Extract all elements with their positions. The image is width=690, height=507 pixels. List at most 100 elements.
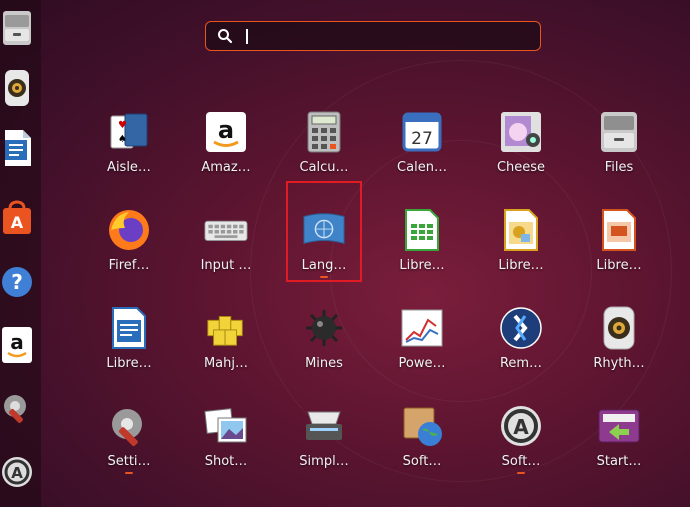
amazon-dock-item[interactable]: a [0, 325, 34, 365]
app-label: Rhyth… [593, 356, 645, 371]
app-label: Amaz… [201, 160, 251, 175]
app-label: Cheese [496, 160, 546, 175]
svg-text:a: a [218, 116, 234, 144]
shopping-bag-icon: A [3, 200, 31, 234]
help-icon: ? [2, 267, 32, 297]
app-label: Shot… [204, 454, 248, 469]
speaker-icon [603, 306, 635, 350]
search-icon [218, 29, 233, 44]
software-dock-item[interactable]: A [0, 197, 34, 237]
app-label: Start… [596, 454, 642, 469]
app-settings[interactable]: Setti… [92, 402, 166, 484]
svg-text:a: a [10, 330, 24, 354]
language-flag-icon [303, 213, 345, 245]
calendar-icon: 27 [402, 112, 442, 152]
draw-icon [504, 209, 538, 251]
svg-text:A: A [11, 464, 23, 482]
app-label: Libre… [106, 356, 152, 371]
calc-sheet-icon [405, 209, 439, 251]
file-cabinet-icon [3, 11, 31, 45]
writer-doc-icon [112, 307, 146, 349]
mahjongg-icon [207, 316, 243, 346]
amazon-icon: a [2, 327, 32, 363]
app-aisleriot[interactable]: ♥ ♠ Aisle… [92, 108, 166, 190]
software-updater-dock-item[interactable]: A [0, 452, 34, 492]
settings-tools-icon [112, 409, 142, 447]
software-globe-icon [403, 407, 442, 446]
rhythmbox-dock-item[interactable] [0, 68, 34, 108]
svg-text:?: ? [11, 270, 23, 294]
app-label: Lang… [301, 258, 347, 273]
svg-text:♠: ♠ [118, 134, 127, 145]
firefox-icon [109, 210, 149, 250]
running-indicator [517, 472, 525, 474]
app-label: Rem… [499, 356, 543, 371]
app-shotwell[interactable]: Shot… [189, 402, 263, 484]
running-indicator [125, 472, 133, 474]
app-mahjongg[interactable]: Mahj… [189, 304, 263, 386]
keyboard-icon [204, 220, 248, 241]
app-label: Powe… [398, 356, 446, 371]
app-label: Soft… [402, 454, 442, 469]
app-label: Calcu… [299, 160, 349, 175]
app-power-statistics[interactable]: Powe… [385, 304, 459, 386]
app-libreoffice-calc[interactable]: Libre… [385, 206, 459, 288]
text-caret [246, 29, 248, 44]
settings-tools-icon [4, 395, 26, 423]
app-label: Libre… [399, 258, 445, 273]
app-libreoffice-impress[interactable]: Libre… [582, 206, 656, 288]
app-input-method[interactable]: Input … [189, 206, 263, 288]
app-label: Setti… [107, 454, 151, 469]
svg-text:♥: ♥ [118, 120, 127, 131]
app-label: Libre… [596, 258, 642, 273]
impress-icon [602, 209, 636, 251]
cards-icon: ♥ ♠ [110, 113, 148, 149]
software-updater-icon: A [2, 457, 32, 487]
libreoffice-writer-dock-item[interactable] [0, 128, 34, 168]
app-software-properties[interactable]: Soft… [385, 402, 459, 484]
svg-text:A: A [513, 415, 529, 439]
files-dock-item[interactable] [0, 8, 34, 48]
calendar-day-text: 27 [411, 129, 433, 149]
app-label: Calen… [397, 160, 447, 175]
search-bar[interactable] [205, 21, 541, 51]
app-amazon[interactable]: a Amaz… [189, 108, 263, 190]
app-remmina[interactable]: Rem… [484, 304, 558, 386]
app-label: Aisle… [107, 160, 151, 175]
power-chart-icon [401, 309, 443, 347]
settings-dock-item[interactable] [0, 388, 34, 428]
search-input[interactable] [244, 26, 528, 48]
app-rhythmbox[interactable]: Rhyth… [582, 304, 656, 386]
svg-text:A: A [11, 213, 24, 232]
file-cabinet-icon [601, 112, 637, 152]
app-startup-disk-creator[interactable]: Start… [582, 402, 656, 484]
app-label: Mahj… [203, 356, 249, 371]
app-mines[interactable]: Mines [287, 304, 361, 386]
app-libreoffice-writer[interactable]: Libre… [92, 304, 166, 386]
help-dock-item[interactable]: ? [0, 262, 34, 302]
remmina-icon [500, 307, 542, 349]
app-libreoffice-draw[interactable]: Libre… [484, 206, 558, 288]
app-label: Firef… [108, 258, 150, 273]
app-calculator[interactable]: Calcu… [287, 108, 361, 190]
app-firefox[interactable]: Firef… [92, 206, 166, 288]
app-simple-scan[interactable]: Simpl… [287, 402, 361, 484]
mine-icon [306, 310, 342, 346]
app-calendar[interactable]: 27 Calen… [385, 108, 459, 190]
speaker-icon [5, 70, 29, 106]
dock: A ? a A [0, 0, 41, 507]
app-label: Input … [200, 258, 252, 273]
app-files[interactable]: Files [582, 108, 656, 190]
app-label: Files [604, 160, 634, 175]
app-label: Libre… [498, 258, 544, 273]
app-cheese[interactable]: Cheese [484, 108, 558, 190]
app-software-updater[interactable]: A Soft… [484, 402, 558, 484]
cheese-icon [501, 112, 541, 152]
scanner-icon [306, 411, 342, 440]
calculator-icon [307, 111, 341, 153]
shotwell-photos-icon [204, 408, 247, 443]
app-label: Simpl… [299, 454, 349, 469]
running-indicator [320, 276, 328, 278]
startup-disk-icon [598, 409, 640, 443]
app-language-support[interactable]: Lang… [287, 206, 361, 288]
